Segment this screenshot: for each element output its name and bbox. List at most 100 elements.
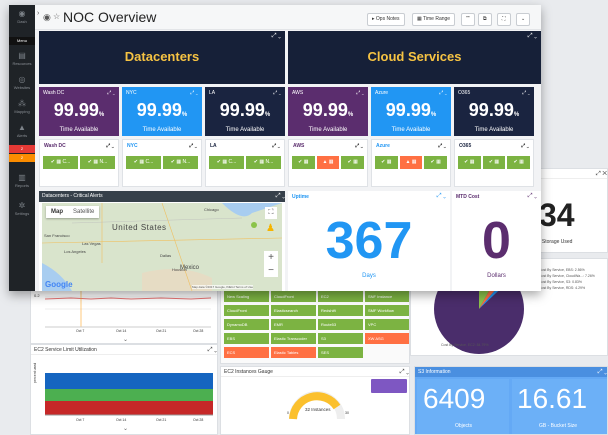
line-chart-tile-1: 0.2 Oct 7 Oct 14 Oct 21 Oct 28 ⌄ bbox=[30, 286, 218, 344]
status-box[interactable]: ✔ ▦ N... bbox=[80, 156, 115, 169]
chevron-down-icon[interactable]: ⌄ bbox=[123, 336, 128, 343]
service-status-cell[interactable]: XW ASG bbox=[365, 333, 409, 344]
availability-caption: Time Available bbox=[225, 127, 265, 133]
zoom-in-button[interactable]: + bbox=[264, 251, 278, 264]
fullscreen-button[interactable]: ⛶ bbox=[497, 13, 511, 26]
status-box[interactable]: ✔ ▦ N... bbox=[163, 156, 198, 169]
expand-icon[interactable]: ⤢ ⌄ bbox=[400, 367, 409, 376]
service-status-cell[interactable]: Elastic Tables bbox=[271, 347, 316, 358]
expand-icon[interactable]: ⤢ ⌄ bbox=[528, 33, 537, 40]
service-status-cell[interactable]: Elastic Transcoder bbox=[271, 333, 316, 344]
copy-button[interactable]: ⧉ bbox=[478, 13, 492, 26]
status-box[interactable]: ✔ ▦ C... bbox=[126, 156, 161, 169]
expand-icon[interactable]: ⤢ ⌄ bbox=[106, 143, 114, 149]
expand-icon[interactable]: ⤢ ⌄ bbox=[107, 90, 115, 96]
quote-button[interactable]: "" bbox=[461, 13, 475, 26]
availability-tile: Wash DC ⤢ ⌄ 99.99% Time Available bbox=[39, 87, 119, 136]
pegman-icon[interactable]: ♟ bbox=[266, 223, 275, 234]
gauge-legend bbox=[371, 379, 407, 393]
service-status-cell[interactable]: S3 bbox=[318, 333, 363, 344]
sidebar-item-reports[interactable]: ▥ Reports bbox=[9, 173, 35, 189]
map-attribution[interactable]: Map data ©2017 Google, INEGI Terms of Us… bbox=[192, 285, 254, 289]
service-status-cell[interactable]: SNF Instance bbox=[365, 291, 409, 302]
expand-icon[interactable]: ⤢ ⌄ bbox=[273, 90, 281, 96]
status-box[interactable]: ✔ ▦ bbox=[375, 156, 398, 169]
ec2-gauge-tile: EC2 Instances Gauge ⤢ ⌄ 32 Instances 0 30 bbox=[220, 366, 410, 435]
satellite-button[interactable]: Satellite bbox=[68, 206, 99, 218]
service-status-cell[interactable]: EC2 bbox=[318, 291, 363, 302]
status-box[interactable]: ✔ ▦ bbox=[341, 156, 365, 169]
expand-icon[interactable]: ⤢ ⌄ bbox=[272, 143, 280, 149]
expand-icon[interactable]: ⤢ ⌄ bbox=[190, 90, 198, 96]
service-status-cell[interactable]: EMR bbox=[271, 319, 316, 330]
chevron-down-icon[interactable]: ⌄ bbox=[123, 425, 128, 432]
mtd-value: 0 bbox=[482, 212, 511, 270]
zoom-out-button[interactable]: − bbox=[264, 264, 278, 277]
aws-status-grid: New Scaling CloudFront EC2 SNF Instance Clou… bbox=[220, 286, 410, 364]
sidebar-item-alerts[interactable]: ▲ Alerts bbox=[9, 123, 35, 139]
expand-icon[interactable]: ⤢ ⌄ bbox=[437, 193, 446, 200]
time-range-button[interactable]: ▦ Time Range bbox=[412, 13, 456, 26]
fullscreen-map-button[interactable]: ⛶ bbox=[265, 207, 277, 219]
page-title: NOC Overview bbox=[63, 9, 157, 25]
service-status-cell[interactable]: New Scaling bbox=[224, 291, 269, 302]
alerts-map[interactable]: Map Satellite United States Mexico Chica… bbox=[42, 203, 282, 291]
service-status-cell[interactable]: Redshift bbox=[318, 305, 363, 316]
gauge-title: EC2 Instances Gauge bbox=[224, 369, 273, 375]
status-box[interactable]: ✔ ▦ bbox=[507, 156, 531, 169]
expand-icon[interactable]: ⤢ ⌄ bbox=[528, 193, 537, 200]
dropdown-button[interactable]: ⌄ bbox=[516, 13, 531, 26]
expand-icon[interactable]: ⤢ ⌄ bbox=[189, 143, 197, 149]
service-status-cell[interactable]: SES bbox=[318, 347, 363, 358]
expand-icon[interactable]: ⤢ ⌄ bbox=[276, 191, 285, 202]
expand-icon[interactable]: ⤢ ⌄ bbox=[356, 90, 364, 96]
sidebar-item-mapping[interactable]: ⁂ Mapping bbox=[9, 99, 35, 115]
noc-window: ◉ Dash Menu ▤ Resources ◎ Websites ⁂ Mapping… bbox=[9, 5, 541, 291]
expand-icon[interactable]: ⤢ ⌄ bbox=[208, 345, 217, 354]
service-status-cell[interactable]: VPC bbox=[365, 319, 409, 330]
service-status-cell[interactable]: ECS bbox=[224, 347, 269, 358]
availability-name: AWS bbox=[292, 90, 304, 96]
expand-icon[interactable]: ⤢ ⌄ bbox=[598, 367, 607, 377]
status-box[interactable]: ✔ ▦ bbox=[482, 156, 506, 169]
collapse-icon[interactable]: › bbox=[37, 10, 39, 17]
sidebar-item-resources[interactable]: ▤ Resources bbox=[9, 51, 35, 67]
status-box[interactable]: ✔ ▦ bbox=[424, 156, 448, 169]
status-box[interactable]: ▲ ▦ bbox=[316, 156, 340, 169]
service-status-cell[interactable]: EBS bbox=[224, 333, 269, 344]
service-status-cell[interactable]: SMF Workflow bbox=[365, 305, 409, 316]
status-box[interactable]: ▲ ▦ bbox=[399, 156, 423, 169]
sidebar-item-settings[interactable]: ✲ Settings bbox=[9, 201, 35, 217]
star-icon[interactable]: ☆ bbox=[53, 12, 60, 21]
service-status-cell[interactable]: Route53 bbox=[318, 319, 363, 330]
status-box[interactable]: ✔ ▦ C... bbox=[43, 156, 78, 169]
map-button[interactable]: Map bbox=[46, 206, 68, 218]
status-box[interactable]: ✔ ▦ bbox=[458, 156, 481, 169]
service-status-cell[interactable]: Elasticsearch bbox=[271, 305, 316, 316]
status-box[interactable]: ✔ ▦ bbox=[292, 156, 315, 169]
chevron-down-icon: ⌄ bbox=[521, 16, 526, 22]
service-status-cell[interactable]: CloudFront bbox=[224, 305, 269, 316]
status-box[interactable]: ✔ ▦ N... bbox=[246, 156, 281, 169]
copy-icon: ⧉ bbox=[483, 16, 487, 22]
alert-badge-orange[interactable]: 2 bbox=[9, 154, 35, 162]
sidebar-item-menu[interactable]: Menu bbox=[9, 37, 35, 45]
expand-icon[interactable]: ⤢ ⌄ bbox=[439, 90, 447, 96]
expand-icon[interactable]: ⤢ ⌄ bbox=[522, 90, 530, 96]
alert-badge-red[interactable]: 2 bbox=[9, 145, 35, 153]
expand-icon[interactable]: ⤢ ⌄ bbox=[521, 143, 529, 149]
availability-tile: AWS ⤢ ⌄ 99.99% Time Available bbox=[288, 87, 368, 136]
ops-notes-button[interactable]: ▸ Ops Notes bbox=[367, 13, 405, 26]
fullscreen-icon: ⛶ bbox=[502, 16, 506, 22]
sidebar-item-websites[interactable]: ◎ Websites bbox=[9, 75, 35, 91]
expand-icon[interactable]: ⤢ ⌄ bbox=[355, 143, 363, 149]
uptime-value: 367 bbox=[325, 212, 413, 270]
expand-icon[interactable]: ⤢ ⌄ bbox=[438, 143, 446, 149]
expand-icon[interactable]: ⤢ ⌄ bbox=[272, 33, 281, 40]
service-status-cell[interactable]: CloudFront bbox=[271, 291, 316, 302]
status-box[interactable]: ✔ ▦ C... bbox=[209, 156, 244, 169]
service-status-cell[interactable]: DynamoDB bbox=[224, 319, 269, 330]
zoom-controls: + − bbox=[264, 251, 278, 277]
availability-value: 99.99% bbox=[136, 100, 188, 120]
sidebar-item-dash[interactable]: ◉ Dash bbox=[9, 9, 35, 25]
